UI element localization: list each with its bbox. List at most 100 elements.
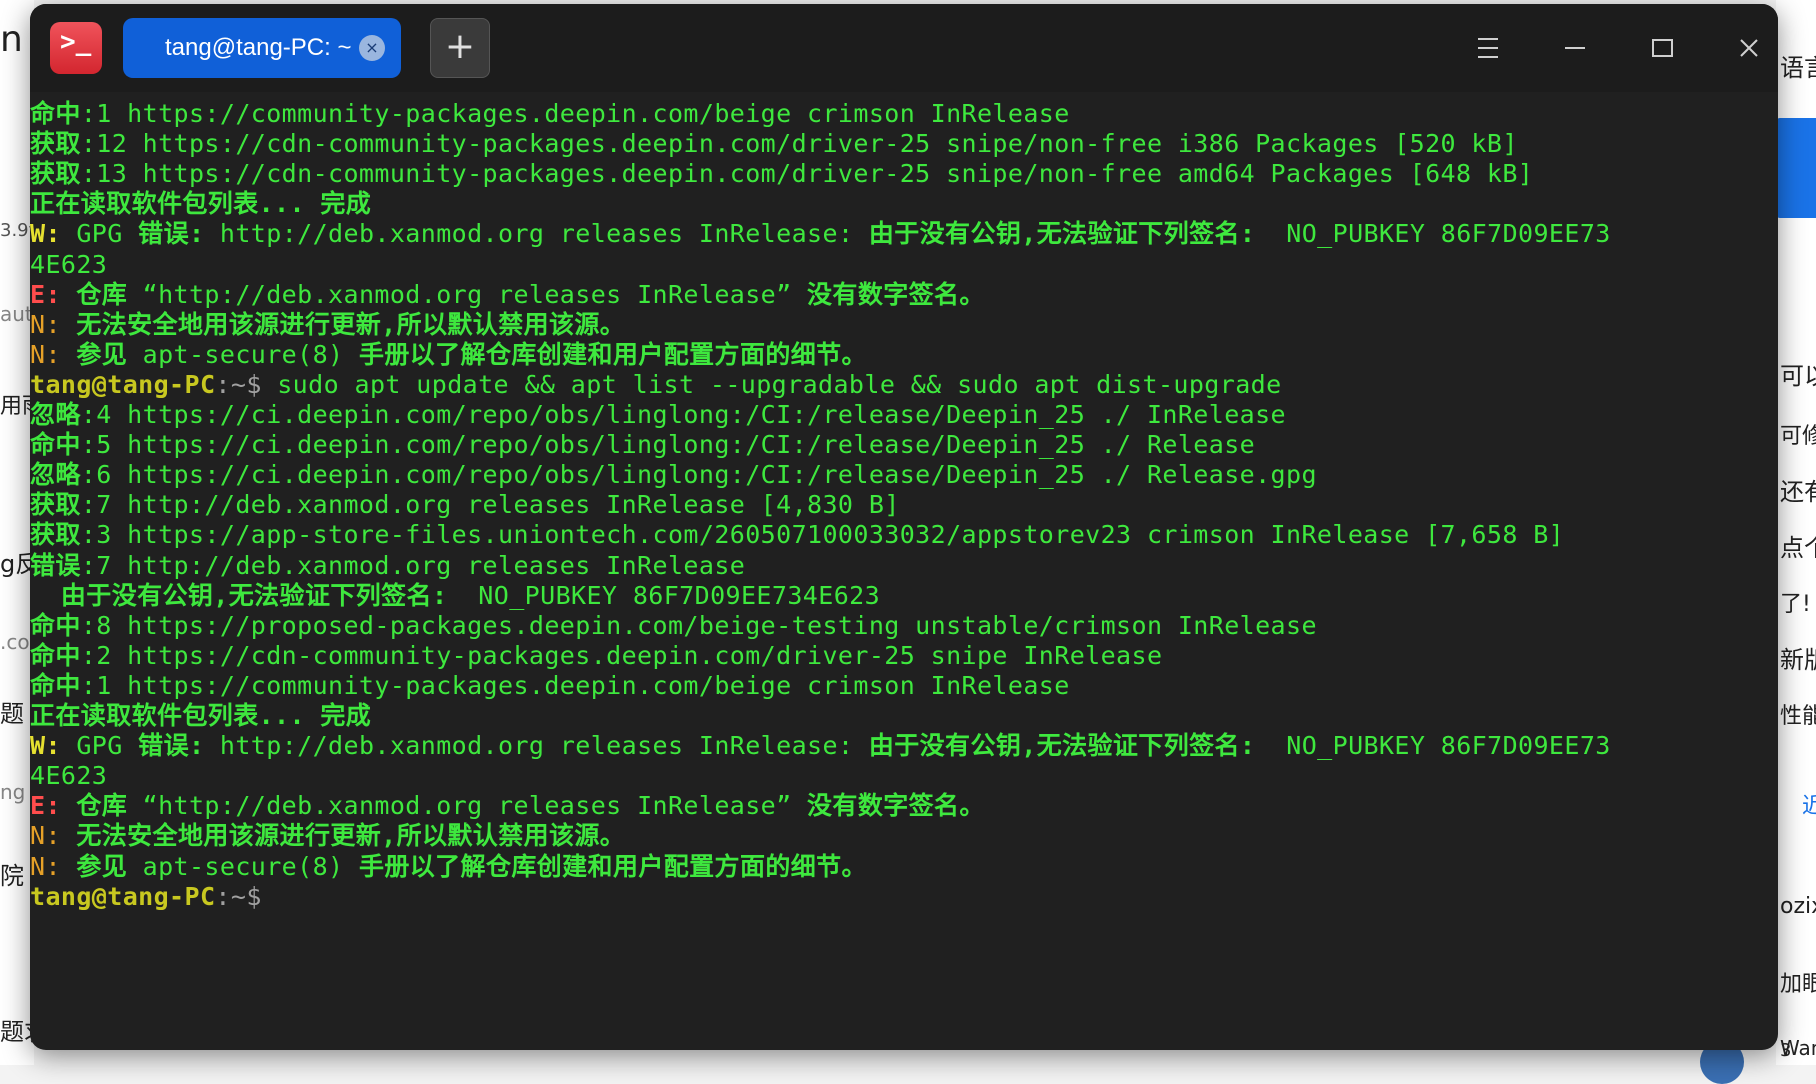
output-segment: W:	[30, 219, 61, 249]
output-segment: 忽略	[30, 460, 81, 490]
output-segment: tang@tang-PC	[30, 881, 216, 911]
background-text-fragment: g反	[0, 550, 34, 578]
output-segment: 由于没有公钥,无法验证下列签名:	[868, 731, 1256, 761]
background-text-fragment: 可修复	[1780, 424, 1816, 449]
background-text-fragment: 用雨	[0, 394, 34, 419]
output-segment: :~$	[215, 881, 262, 911]
background-text-fragment: .co	[0, 630, 30, 654]
output-segment: tang@tang-PC	[30, 369, 216, 399]
output-segment	[61, 821, 76, 850]
warning-line: W: GPG 错误: http://deb.xanmod.org release…	[30, 728, 1611, 763]
background-text-fragment: 题	[0, 700, 24, 728]
title-bar[interactable]: >_ tang@tang-PC: ~ × +	[30, 4, 1778, 92]
terminal-app-icon[interactable]: >_	[50, 22, 102, 74]
output-segment: 由于没有公钥,无法验证下列签名:	[868, 219, 1256, 249]
output-segment: 错误:	[138, 731, 205, 761]
output-segment	[61, 280, 76, 309]
output-segment: NO_PUBKEY 86F7D09EE734E623	[447, 580, 881, 610]
output-segment: NO_PUBKEY 86F7D09EE73	[1255, 731, 1611, 761]
output-segment: GPG	[60, 731, 139, 761]
output-segment: 获取	[30, 520, 81, 550]
output-segment: 无法安全地用该源进行更新,所以默认禁用该源。	[76, 309, 626, 339]
output-segment	[61, 791, 76, 820]
output-segment: :7 http://deb.xanmod.org releases InRele…	[80, 490, 900, 520]
output-segment: 由于没有公钥,无法验证下列签名:	[30, 580, 448, 610]
prompt-line: tang@tang-PC:~$	[30, 879, 276, 914]
output-segment: 命中	[30, 640, 81, 670]
output-segment: apt-secure(8)	[127, 339, 359, 369]
terminal-output[interactable]: 命中:1 https://community-packages.deepin.c…	[30, 96, 1778, 1046]
output-segment: http://deb.xanmod.org releases InRelease…	[204, 219, 869, 249]
output-segment: 没有数字签名。	[807, 791, 985, 821]
output-segment: 参见	[76, 851, 128, 881]
output-segment: http://deb.xanmod.org releases InRelease…	[204, 731, 869, 761]
output-segment: 命中	[30, 99, 81, 128]
output-segment: 错误	[30, 550, 81, 580]
background-text-fragment: 题求	[0, 1018, 34, 1046]
output-segment: :4 https://ci.deepin.com/repo/obs/linglo…	[80, 400, 1287, 429]
add-tab-button[interactable]: +	[430, 18, 490, 78]
output-segment: N:	[30, 821, 61, 851]
output-segment: :1 https://community-packages.deepin.com…	[80, 99, 1070, 128]
background-text-fragment: 性能	[1780, 704, 1816, 729]
background-text-fragment: 新版	[1780, 646, 1816, 674]
background-text-fragment: 3	[1780, 1040, 1792, 1061]
output-segment: N:	[30, 339, 61, 369]
output-segment: :8 https://proposed-packages.deepin.com/…	[80, 610, 1317, 640]
output-segment: 命中	[30, 430, 81, 460]
output-segment: 获取	[30, 129, 81, 159]
output-segment: 手册以了解仓库创建和用户配置方面的细节。	[358, 339, 867, 369]
output-segment: :1 https://community-packages.deepin.com…	[80, 670, 1070, 700]
background-text-fragment: 语言	[1780, 54, 1816, 82]
output-segment	[61, 852, 76, 881]
output-segment: 错误:	[138, 219, 205, 249]
output-segment: 4E623	[30, 761, 108, 791]
output-segment: E:	[30, 791, 61, 821]
tab-label: tang@tang-PC: ~	[165, 34, 352, 61]
output-segment: 忽略	[30, 400, 81, 429]
background-text-fragment: 3.9v	[0, 220, 34, 241]
output-segment: :~$	[215, 369, 262, 399]
output-segment: 获取	[30, 159, 81, 189]
output-segment: :12 https://cdn-community-packages.deepi…	[80, 129, 1518, 159]
maximize-icon[interactable]	[1640, 26, 1684, 70]
output-segment: E:	[30, 279, 61, 309]
output-segment: N:	[30, 851, 61, 881]
tab-close-icon[interactable]: ×	[359, 35, 385, 61]
background-window-left: n 3.9v aut 用雨 g反 .co 题 ng 院题求	[0, 0, 34, 1065]
close-icon[interactable]	[1727, 26, 1771, 70]
background-text-fragment: 点个	[1780, 534, 1816, 562]
background-text-fragment: 院	[0, 862, 24, 890]
background-text-fragment: n	[0, 19, 23, 60]
output-segment: 手册以了解仓库创建和用户配置方面的细节。	[358, 851, 867, 881]
background-text-fragment: 可以看	[1780, 362, 1816, 390]
output-segment: “http://deb.xanmod.org releases InReleas…	[127, 791, 808, 821]
output-segment: :7 http://deb.xanmod.org releases InRele…	[80, 550, 746, 580]
output-segment: :6 https://ci.deepin.com/repo/obs/linglo…	[80, 460, 1317, 490]
background-text-fragment: 近	[1802, 794, 1816, 819]
warning-line: W: GPG 错误: http://deb.xanmod.org release…	[30, 216, 1611, 251]
background-text-fragment: 了!	[1780, 592, 1811, 617]
menu-icon[interactable]	[1466, 26, 1510, 70]
output-segment: GPG	[60, 219, 139, 249]
output-segment	[61, 340, 76, 369]
output-segment: apt-secure(8)	[127, 851, 359, 881]
background-text-fragment: ng	[0, 780, 26, 804]
output-segment: NO_PUBKEY 86F7D09EE73	[1255, 219, 1611, 249]
minimize-icon[interactable]	[1553, 26, 1597, 70]
text-cursor	[262, 882, 276, 910]
background-text-fragment: 还有不	[1780, 478, 1816, 506]
output-segment: 参见	[76, 339, 128, 369]
output-segment: 无法安全地用该源进行更新,所以默认禁用该源。	[76, 821, 626, 851]
output-segment: :3 https://app-store-files.uniontech.com…	[80, 520, 1565, 550]
output-segment: 没有数字签名。	[807, 279, 985, 309]
output-segment: 仓库	[76, 791, 128, 821]
output-segment: :2 https://cdn-community-packages.deepin…	[80, 640, 1163, 670]
tab-active[interactable]: tang@tang-PC: ~ ×	[123, 18, 401, 78]
output-segment: 正在读取软件包列表... 完成	[30, 189, 372, 219]
background-text-fragment: aut	[0, 302, 33, 326]
output-segment: “http://deb.xanmod.org releases InReleas…	[127, 279, 808, 309]
background-text-fragment: ozix	[1780, 894, 1816, 919]
background-blue-button	[1776, 118, 1816, 218]
terminal-window: >_ tang@tang-PC: ~ × + 命中:1 https://comm…	[30, 4, 1778, 1050]
